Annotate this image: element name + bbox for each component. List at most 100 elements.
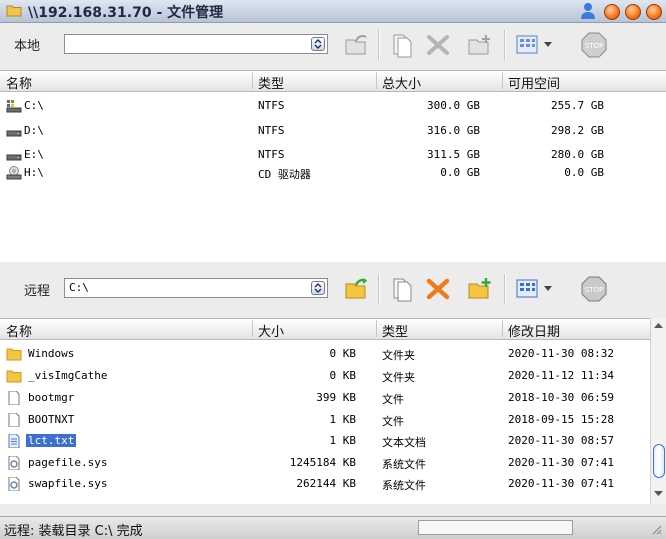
file-name: pagefile.sys xyxy=(28,456,108,469)
toolbar-separator xyxy=(504,274,506,304)
column-divider[interactable] xyxy=(252,72,253,89)
drive-free: 280.0 GB xyxy=(551,148,604,161)
remote-path-combo[interactable]: C:\ xyxy=(64,278,328,298)
file-type: 系统文件 xyxy=(382,479,426,492)
column-divider[interactable] xyxy=(252,320,253,337)
system-file-icon xyxy=(8,477,20,491)
table-row[interactable]: bootmgr 399 KB 文件 2018-10-30 06:59 xyxy=(0,390,650,406)
file-type: 文件 xyxy=(382,415,404,428)
copy-icon[interactable] xyxy=(388,275,416,303)
file-size: 1 KB xyxy=(329,434,357,447)
drive-total: 300.0 GB xyxy=(427,99,480,112)
local-path-dropdown-button[interactable] xyxy=(311,37,325,51)
drive-icon xyxy=(6,130,22,137)
drive-free: 255.7 GB xyxy=(551,99,604,112)
new-folder-icon[interactable] xyxy=(466,275,494,303)
delete-icon[interactable] xyxy=(424,275,452,303)
remote-path-text: C:\ xyxy=(69,281,89,294)
file-size: 0 KB xyxy=(329,369,357,382)
scroll-down-icon[interactable] xyxy=(654,490,663,497)
open-folder-icon[interactable] xyxy=(343,275,371,303)
local-path-combo[interactable] xyxy=(64,34,328,54)
scroll-up-icon[interactable] xyxy=(654,322,663,329)
stop-icon[interactable]: STOP xyxy=(580,31,608,59)
column-divider[interactable] xyxy=(502,320,503,337)
toolbar-separator xyxy=(504,30,506,60)
system-file-icon xyxy=(8,456,20,470)
delete-icon[interactable] xyxy=(424,31,452,59)
table-row[interactable]: pagefile.sys 1245184 KB 系统文件 2020-11-30 … xyxy=(0,455,650,471)
file-date: 2020-11-30 08:57 xyxy=(508,434,614,447)
file-icon xyxy=(8,391,20,405)
local-col-total[interactable]: 总大小 xyxy=(382,73,421,92)
table-row[interactable]: _visImgCathe 0 KB 文件夹 2020-11-12 11:34 xyxy=(0,368,650,384)
view-mode-icon[interactable] xyxy=(514,275,542,303)
local-col-name[interactable]: 名称 xyxy=(6,73,32,92)
status-bar: 远程: 装载目录 C:\ 完成 xyxy=(0,516,666,539)
table-row[interactable]: E:\ NTFS 311.5 GB 280.0 GB xyxy=(0,147,650,163)
maximize-button[interactable] xyxy=(625,4,641,20)
file-date: 2020-11-30 07:41 xyxy=(508,477,614,490)
remote-label: 远程 xyxy=(24,284,51,299)
close-button[interactable] xyxy=(646,4,662,20)
remote-col-type[interactable]: 类型 xyxy=(382,321,408,340)
local-list-header: 名称 类型 总大小 可用空间 xyxy=(0,70,666,92)
remote-toolbar: 远程 C:\ STOP xyxy=(0,266,666,314)
remote-path-dropdown-button[interactable] xyxy=(311,281,325,295)
folder-icon xyxy=(6,370,22,383)
drive-total: 316.0 GB xyxy=(427,124,480,137)
file-size: 262144 KB xyxy=(296,477,356,490)
remote-col-size[interactable]: 大小 xyxy=(258,321,284,340)
open-folder-icon[interactable] xyxy=(343,31,371,59)
drive-type: NTFS xyxy=(258,99,285,112)
minimize-button[interactable] xyxy=(604,4,620,20)
column-divider[interactable] xyxy=(502,72,503,89)
view-mode-icon[interactable] xyxy=(514,31,542,59)
local-toolbar: 本地 STOP xyxy=(0,23,666,67)
column-divider[interactable] xyxy=(376,72,377,89)
table-row[interactable]: Windows 0 KB 文件夹 2020-11-30 08:32 xyxy=(0,346,650,362)
table-row[interactable]: H:\ CD 驱动器 0.0 GB 0.0 GB xyxy=(0,165,650,181)
remote-scrollbar[interactable] xyxy=(650,318,666,504)
drive-type: CD 驱动器 xyxy=(258,168,311,181)
local-label: 本地 xyxy=(14,39,41,54)
file-type: 文件夹 xyxy=(382,349,415,362)
remote-col-name[interactable]: 名称 xyxy=(6,321,32,340)
view-mode-dropdown-icon[interactable] xyxy=(544,286,552,292)
file-name: _visImgCathe xyxy=(28,369,108,382)
new-folder-icon[interactable] xyxy=(466,31,494,59)
file-type: 文件 xyxy=(382,393,404,406)
title-bar: \\192.168.31.70 - 文件管理 xyxy=(0,0,666,23)
drive-name: E:\ xyxy=(24,148,44,161)
local-file-list[interactable]: C:\ NTFS 300.0 GB 255.7 GB D:\ NTFS 316.… xyxy=(0,92,666,262)
file-icon xyxy=(8,413,20,427)
table-row[interactable]: D:\ NTFS 316.0 GB 298.2 GB xyxy=(0,123,650,139)
table-row[interactable]: C:\ NTFS 300.0 GB 255.7 GB xyxy=(0,98,650,114)
view-mode-dropdown-icon[interactable] xyxy=(544,42,552,48)
resize-grip-icon[interactable] xyxy=(650,523,662,535)
remote-file-list[interactable]: Windows 0 KB 文件夹 2020-11-30 08:32 _visIm… xyxy=(0,318,666,504)
drive-name: C:\ xyxy=(24,99,44,112)
table-row[interactable]: lct.txt 1 KB 文本文档 2020-11-30 08:57 xyxy=(0,433,650,449)
file-date: 2020-11-30 08:32 xyxy=(508,347,614,360)
file-type: 文本文档 xyxy=(382,436,426,449)
remote-list-header: 名称 大小 类型 修改日期 xyxy=(0,318,666,340)
column-divider[interactable] xyxy=(376,320,377,337)
remote-col-date[interactable]: 修改日期 xyxy=(508,321,560,340)
copy-icon[interactable] xyxy=(388,31,416,59)
file-date: 2020-11-12 11:34 xyxy=(508,369,614,382)
user-icon[interactable] xyxy=(580,2,596,20)
file-name: Windows xyxy=(28,347,75,360)
drive-free: 298.2 GB xyxy=(551,124,604,137)
table-row[interactable]: swapfile.sys 262144 KB 系统文件 2020-11-30 0… xyxy=(0,476,650,492)
window-title: \\192.168.31.70 - 文件管理 xyxy=(28,5,224,21)
file-name: bootmgr xyxy=(28,391,75,404)
local-col-free[interactable]: 可用空间 xyxy=(508,73,560,92)
local-col-type[interactable]: 类型 xyxy=(258,73,284,92)
text-file-icon xyxy=(8,434,20,448)
file-size: 399 KB xyxy=(316,391,356,404)
drive-icon xyxy=(6,154,22,161)
scrollbar-thumb[interactable] xyxy=(653,444,665,478)
stop-icon[interactable]: STOP xyxy=(580,275,608,303)
table-row[interactable]: BOOTNXT 1 KB 文件 2018-09-15 15:28 xyxy=(0,412,650,428)
